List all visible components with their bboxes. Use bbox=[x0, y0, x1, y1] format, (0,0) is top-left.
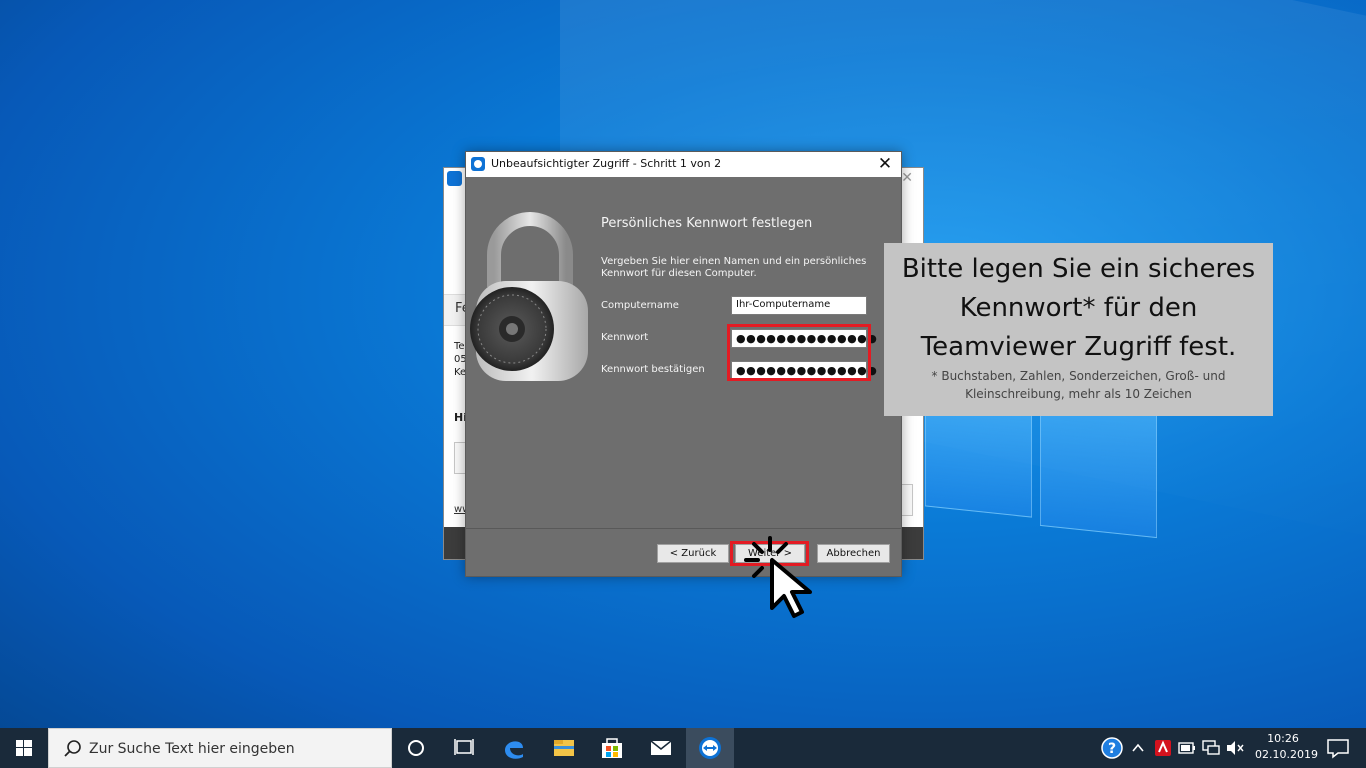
battery-icon[interactable] bbox=[1176, 728, 1198, 768]
dialog-button-bar: < Zurück Weiter > Abbrechen bbox=[466, 529, 901, 576]
file-explorer-icon[interactable] bbox=[540, 728, 588, 768]
teamviewer-taskbar-icon[interactable] bbox=[686, 728, 734, 768]
cancel-button[interactable]: Abbrechen bbox=[817, 544, 890, 563]
windows-start-icon[interactable] bbox=[0, 728, 48, 768]
teamviewer-icon bbox=[447, 171, 462, 186]
teamviewer-icon bbox=[471, 157, 485, 171]
callout-note: * Buchstaben, Zahlen, Sonderzeichen, Gro… bbox=[931, 369, 1226, 401]
network-icon[interactable] bbox=[1200, 728, 1222, 768]
edge-browser-icon[interactable] bbox=[490, 728, 538, 768]
taskbar: Zur Suche Text hier eingeben ? 10:26 02.… bbox=[0, 728, 1366, 768]
antivirus-icon[interactable] bbox=[1152, 728, 1174, 768]
search-placeholder: Zur Suche Text hier eingeben bbox=[89, 741, 295, 757]
dialog-heading: Persönliches Kennwort festlegen bbox=[601, 216, 813, 231]
bg-button-right[interactable] bbox=[901, 484, 913, 516]
search-icon bbox=[64, 740, 81, 757]
instruction-callout: Bitte legen Sie ein sicheres Kennwort* f… bbox=[884, 243, 1273, 416]
unattended-access-dialog: Unbeaufsichtigter Zugriff - Schritt 1 vo… bbox=[465, 151, 902, 577]
cortana-icon[interactable] bbox=[392, 728, 440, 768]
mail-icon[interactable] bbox=[637, 728, 685, 768]
close-icon[interactable]: ✕ bbox=[901, 170, 913, 186]
clock-date: 02.10.2019 bbox=[1255, 748, 1318, 761]
password-label: Kennwort bbox=[601, 332, 649, 343]
confirm-password-input[interactable]: ●●●●●●●●●●●●●● bbox=[731, 361, 877, 380]
close-button[interactable]: ✕ bbox=[869, 152, 901, 177]
taskbar-search-box[interactable]: Zur Suche Text hier eingeben bbox=[48, 728, 392, 768]
chevron-up-icon[interactable] bbox=[1128, 728, 1148, 768]
computername-label: Computername bbox=[601, 300, 679, 311]
dialog-titlebar[interactable]: Unbeaufsichtigter Zugriff - Schritt 1 vo… bbox=[466, 152, 901, 177]
dialog-content: Persönliches Kennwort festlegen Vergeben… bbox=[466, 177, 901, 528]
help-icon[interactable]: ? bbox=[1099, 728, 1125, 768]
svg-text:?: ? bbox=[1108, 741, 1116, 757]
store-icon[interactable] bbox=[588, 728, 636, 768]
volume-muted-icon[interactable] bbox=[1224, 728, 1246, 768]
notification-center-icon[interactable] bbox=[1318, 728, 1358, 768]
clock-time: 10:26 bbox=[1267, 732, 1299, 745]
computername-input[interactable]: Ihr-Computername bbox=[731, 296, 867, 315]
password-input[interactable]: ●●●●●●●●●●●●●● bbox=[731, 329, 877, 348]
dialog-title: Unbeaufsichtigter Zugriff - Schritt 1 vo… bbox=[491, 157, 722, 170]
system-clock[interactable]: 10:26 02.10.2019 bbox=[1255, 731, 1318, 763]
task-view-icon[interactable] bbox=[440, 728, 488, 768]
confirm-password-label: Kennwort bestätigen bbox=[601, 364, 705, 375]
padlock-icon bbox=[470, 212, 588, 381]
next-button[interactable]: Weiter > bbox=[735, 544, 805, 563]
callout-main-text: Bitte legen Sie ein sicheres Kennwort* f… bbox=[901, 254, 1256, 362]
back-button[interactable]: < Zurück bbox=[657, 544, 729, 563]
dialog-description: Vergeben Sie hier einen Namen und ein pe… bbox=[601, 256, 867, 279]
